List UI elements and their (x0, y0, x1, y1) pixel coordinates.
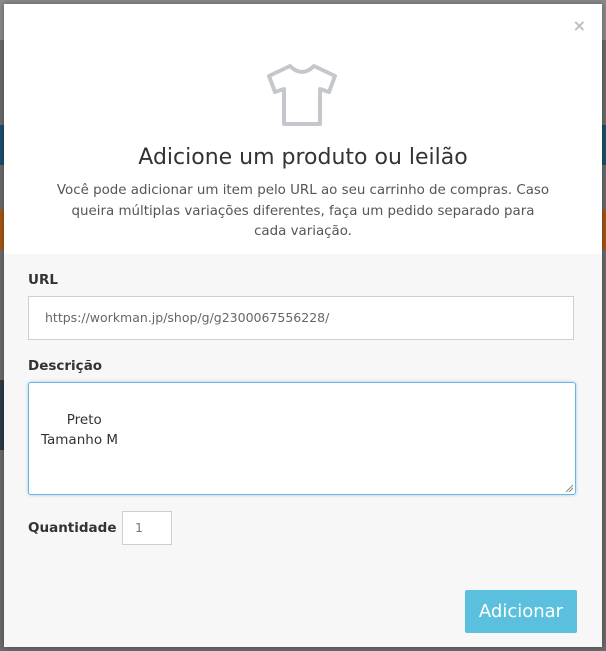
resize-handle-icon[interactable] (565, 484, 573, 492)
url-label: URL (28, 272, 58, 288)
add-button[interactable]: Adicionar (465, 590, 577, 633)
tshirt-icon (267, 64, 337, 126)
modal-header: × Adicione um produto ou leilão Você pod… (4, 4, 602, 254)
url-input[interactable]: https://workman.jp/shop/g/g2300067556228… (28, 296, 574, 340)
quantity-label: Quantidade (28, 520, 117, 536)
add-product-modal: × Adicione um produto ou leilão Você pod… (4, 4, 602, 647)
quantity-input[interactable]: 1 (122, 511, 172, 545)
modal-form: URL https://workman.jp/shop/g/g230006755… (4, 254, 602, 647)
description-text: Preto Tamanho M (41, 412, 119, 448)
description-textarea[interactable]: Preto Tamanho M (28, 382, 576, 495)
modal-title: Adicione um produto ou leilão (138, 145, 468, 170)
modal-subtitle: Você pode adicionar um item pelo URL ao … (56, 183, 550, 239)
description-label: Descrição (28, 358, 103, 374)
close-icon[interactable]: × (573, 18, 586, 34)
